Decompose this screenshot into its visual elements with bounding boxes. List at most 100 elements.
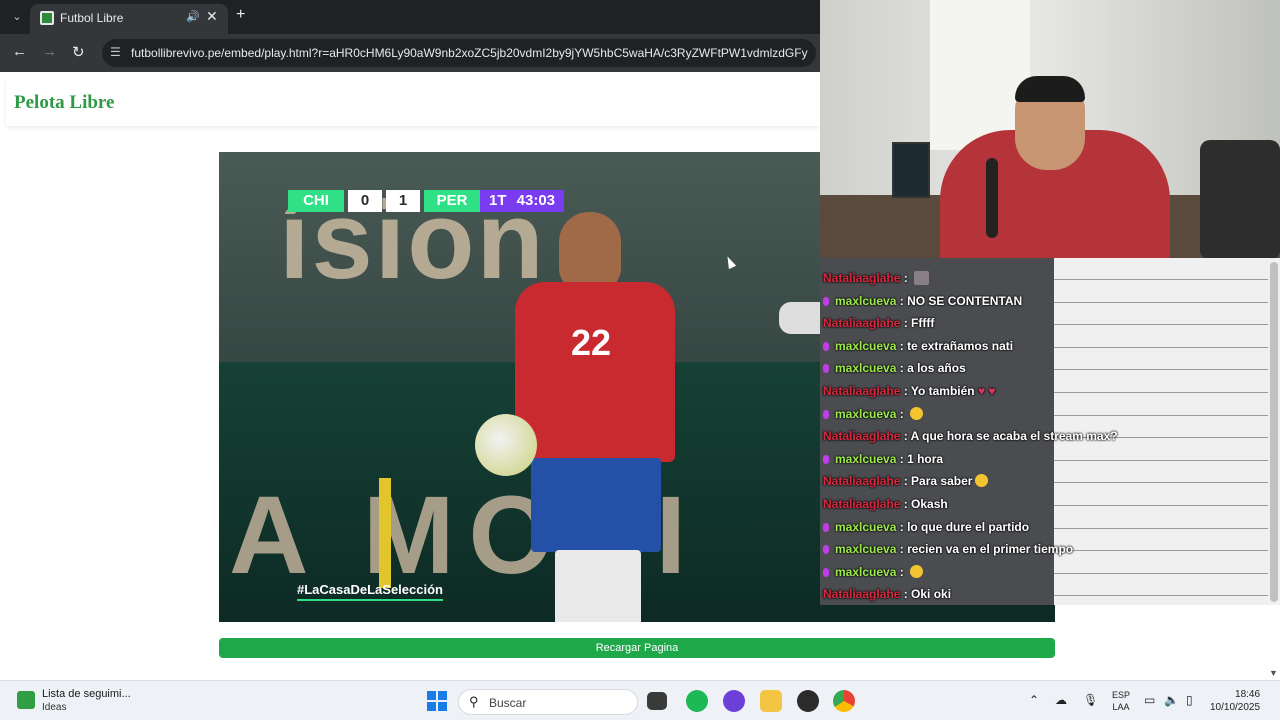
chat-message: maxlcueva : te extrañamos nati xyxy=(823,339,1013,353)
chat-row-divider xyxy=(1054,326,1268,348)
chat-text: Okash xyxy=(911,497,948,511)
mic-badge-icon xyxy=(823,341,829,351)
mic-badge-icon xyxy=(823,522,829,532)
windows-start-icon[interactable] xyxy=(427,691,447,711)
chat-row-divider xyxy=(1054,348,1268,371)
video-post xyxy=(379,478,391,588)
chat-separator: : xyxy=(896,564,908,579)
chat-row-divider xyxy=(1054,371,1268,393)
scroll-down-icon[interactable]: ▼ xyxy=(1269,668,1278,678)
mic-badge-icon xyxy=(823,454,829,464)
taskbar: Lista de seguimi... Ideas ⚲ Buscar ⌃ ☁ 🎙… xyxy=(0,680,1280,720)
task-view-icon[interactable] xyxy=(647,692,667,710)
chat-username[interactable]: Nataliaaglahe xyxy=(823,316,900,330)
site-logo[interactable]: Pelota Libre xyxy=(14,92,114,114)
player-shirt xyxy=(515,282,675,462)
emoji-icon xyxy=(910,564,924,578)
match-period: 1T xyxy=(488,192,507,209)
chat-username[interactable]: maxlcueva xyxy=(835,361,896,375)
webcam-chair xyxy=(1200,140,1280,260)
clock-time: 18:46 xyxy=(1235,689,1261,700)
site-header: Pelota Libre xyxy=(6,78,820,126)
browser-tab[interactable]: Futbol Libre 🔊 ✕ xyxy=(30,4,228,34)
chat-row-divider xyxy=(1054,552,1268,574)
chat-username[interactable]: maxlcueva xyxy=(835,339,896,353)
clock-date: 10/10/2025 xyxy=(1210,702,1261,713)
chat-text: NO SE CONTENTAN xyxy=(907,293,1023,308)
chat-message: Nataliaaglahe : A que hora se acaba el s… xyxy=(823,429,1118,443)
chat-username[interactable]: maxlcueva xyxy=(835,542,896,556)
widget-title[interactable]: Lista de seguimi... xyxy=(42,688,131,700)
battery-icon[interactable]: ▯ xyxy=(1186,693,1193,707)
widget-icon[interactable] xyxy=(17,691,35,709)
chat-message: maxlcueva : recien va en el primer tiemp… xyxy=(823,542,1073,556)
chat-username[interactable]: Nataliaaglahe xyxy=(823,429,900,443)
chat-username[interactable]: Nataliaaglahe xyxy=(823,474,900,488)
address-bar[interactable]: ☰ futbollibrevivo.pe/embed/play.html?r=a… xyxy=(102,39,816,67)
file-explorer-icon[interactable] xyxy=(760,690,782,712)
site-info-icon[interactable]: ☰ xyxy=(110,45,121,59)
back-icon[interactable]: ← xyxy=(12,43,27,60)
language-code: ESP xyxy=(1112,690,1131,700)
chevron-up-icon[interactable]: ⌃ xyxy=(1029,693,1039,707)
mic-badge-icon xyxy=(823,545,829,555)
app-dark-icon[interactable] xyxy=(797,690,819,712)
browser-tab-bar: ⌄ Futbol Libre 🔊 ✕ + xyxy=(0,0,820,34)
reload-icon[interactable]: ↻ xyxy=(72,43,85,61)
chat-separator: : xyxy=(896,361,908,376)
spotify-icon[interactable] xyxy=(686,690,708,712)
speaker-icon[interactable]: 🔊 xyxy=(186,10,200,23)
app-circle-icon[interactable] xyxy=(723,690,745,712)
chat-separator: : xyxy=(900,497,912,511)
browser-toolbar: ← → ↻ ☰ futbollibrevivo.pe/embed/play.ht… xyxy=(0,34,820,72)
chat-text: Yo también xyxy=(910,384,975,398)
chat-username[interactable]: Nataliaaglahe xyxy=(823,384,900,398)
chat-username[interactable]: maxlcueva xyxy=(835,520,896,534)
network-icon[interactable]: ▭ xyxy=(1144,693,1155,707)
chat-text: a los años xyxy=(907,361,966,376)
away-score: 1 xyxy=(386,190,420,212)
player-shorts xyxy=(531,458,661,552)
reload-page-button[interactable]: Recargar Pagina xyxy=(219,638,1055,658)
chat-row-divider xyxy=(1054,529,1268,552)
chat-row-divider xyxy=(1054,281,1268,303)
tab-search-icon[interactable]: ⌄ xyxy=(8,8,26,26)
mic-badge-icon xyxy=(823,296,829,306)
chat-separator: : xyxy=(900,384,911,398)
chat-username[interactable]: Nataliaaglahe xyxy=(823,587,900,601)
chat-separator: : xyxy=(900,429,911,444)
language-indicator[interactable]: ESP LAA xyxy=(1112,689,1130,713)
volume-icon[interactable]: 🔈 xyxy=(1164,693,1179,707)
webcam-monitor xyxy=(892,142,930,198)
forward-icon[interactable]: → xyxy=(42,43,57,60)
chat-username[interactable]: Nataliaaglahe xyxy=(823,497,900,511)
chat-separator: : xyxy=(900,271,912,285)
chat-text: te extrañamos nati xyxy=(907,338,1014,353)
chat-separator: : xyxy=(896,293,908,308)
chat-username[interactable]: Nataliaaglahe xyxy=(823,271,900,285)
chat-username[interactable]: maxlcueva xyxy=(835,294,896,308)
chat-separator: : xyxy=(896,451,908,466)
chat-username[interactable]: maxlcueva xyxy=(835,565,896,579)
chat-message: maxlcueva : NO SE CONTENTAN xyxy=(823,294,1022,308)
scoreboard: CHI 0 1 PER 1T 43:03 xyxy=(288,190,564,212)
home-team: CHI xyxy=(288,190,344,212)
new-tab-icon[interactable]: + xyxy=(236,6,245,24)
system-clock[interactable]: 18:46 10/10/2025 xyxy=(1210,688,1260,714)
taskbar-search[interactable]: ⚲ Buscar xyxy=(458,689,638,715)
chrome-icon[interactable] xyxy=(833,690,855,712)
tab-title: Futbol Libre xyxy=(60,11,124,25)
chat-username[interactable]: maxlcueva xyxy=(835,407,896,421)
cloud-icon[interactable]: ☁ xyxy=(1055,693,1067,707)
microphone-tray-icon[interactable]: 🎙 xyxy=(1083,693,1098,707)
chat-message: Nataliaaglahe : Okash xyxy=(823,497,948,511)
chat-row-divider xyxy=(1054,507,1268,529)
chat-username[interactable]: maxlcueva xyxy=(835,452,896,466)
mic-badge-icon xyxy=(823,567,829,577)
scrollbar-thumb[interactable] xyxy=(1270,262,1278,602)
chat-row-divider xyxy=(1054,461,1268,484)
microphone-icon xyxy=(986,158,998,238)
chat-message: Nataliaaglahe : xyxy=(823,271,930,285)
chat-message: Nataliaaglahe : Yo también ♥ ♥ xyxy=(823,384,996,398)
close-tab-icon[interactable]: ✕ xyxy=(206,8,218,25)
